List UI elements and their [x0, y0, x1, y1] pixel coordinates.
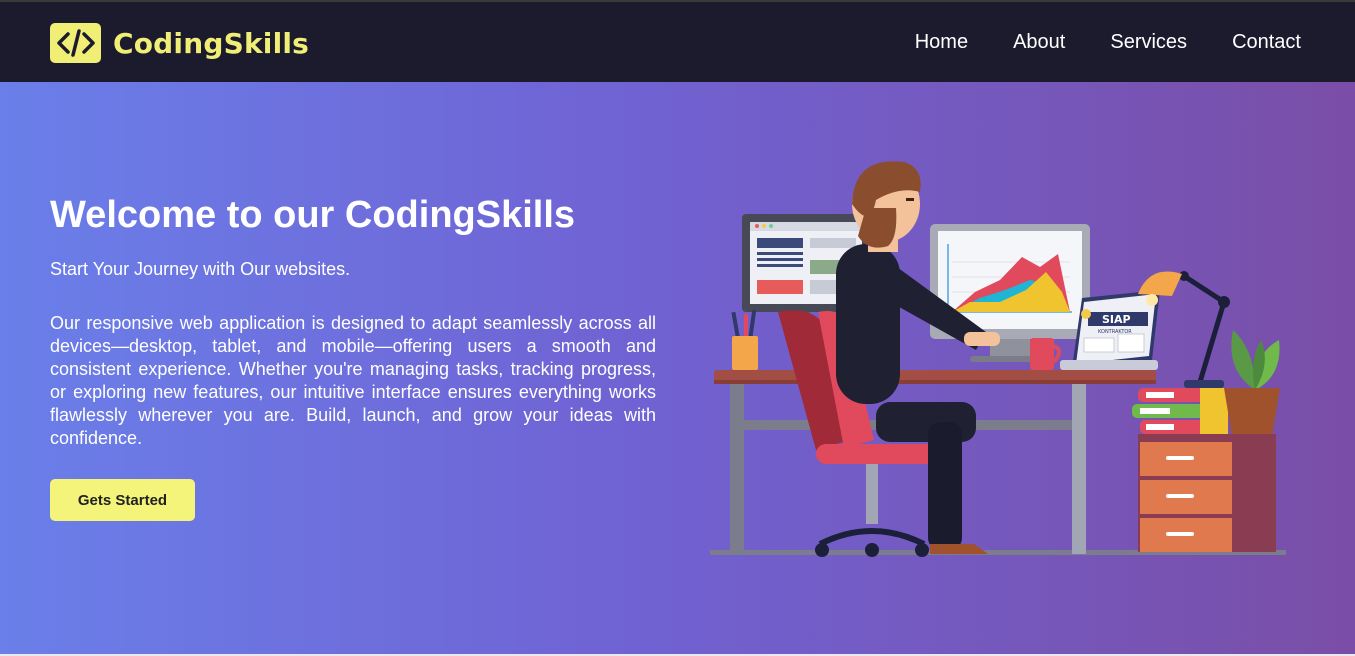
book-stack — [1132, 388, 1228, 434]
drawer-cabinet — [1138, 434, 1276, 552]
right-monitor — [930, 224, 1090, 362]
coffee-mug — [1030, 338, 1061, 370]
get-started-button[interactable]: Gets Started — [50, 479, 195, 521]
nav-services-link[interactable]: Services — [1110, 31, 1187, 54]
developer-desk-illustration: SIAP KONTRAKTOR — [710, 161, 1286, 557]
hero-section: Welcome to our CodingSkills Start Your J… — [0, 82, 1355, 656]
nav-menu: Home About Services Contact — [870, 31, 1301, 54]
brand[interactable]: CodingSkills — [50, 22, 309, 64]
nav-about-link[interactable]: About — [1013, 31, 1065, 54]
potted-plant — [1224, 330, 1280, 436]
navbar: CodingSkills Home About Services Contact — [0, 0, 1355, 82]
desk-leg-left — [730, 384, 744, 554]
brand-name: CodingSkills — [113, 26, 310, 60]
hero-subtitle: Start Your Journey with Our websites. — [50, 259, 351, 279]
pencil-cup — [731, 309, 758, 370]
hero-description: Our responsive web application is design… — [50, 313, 656, 448]
laptop-label-siap: SIAP — [1102, 313, 1131, 326]
hero-title: Welcome to our CodingSkills — [50, 194, 576, 236]
code-brackets-icon — [50, 23, 101, 63]
nav-home-link[interactable]: Home — [915, 31, 968, 54]
desk-leg-right — [1072, 384, 1086, 554]
nav-contact-link[interactable]: Contact — [1232, 31, 1301, 54]
